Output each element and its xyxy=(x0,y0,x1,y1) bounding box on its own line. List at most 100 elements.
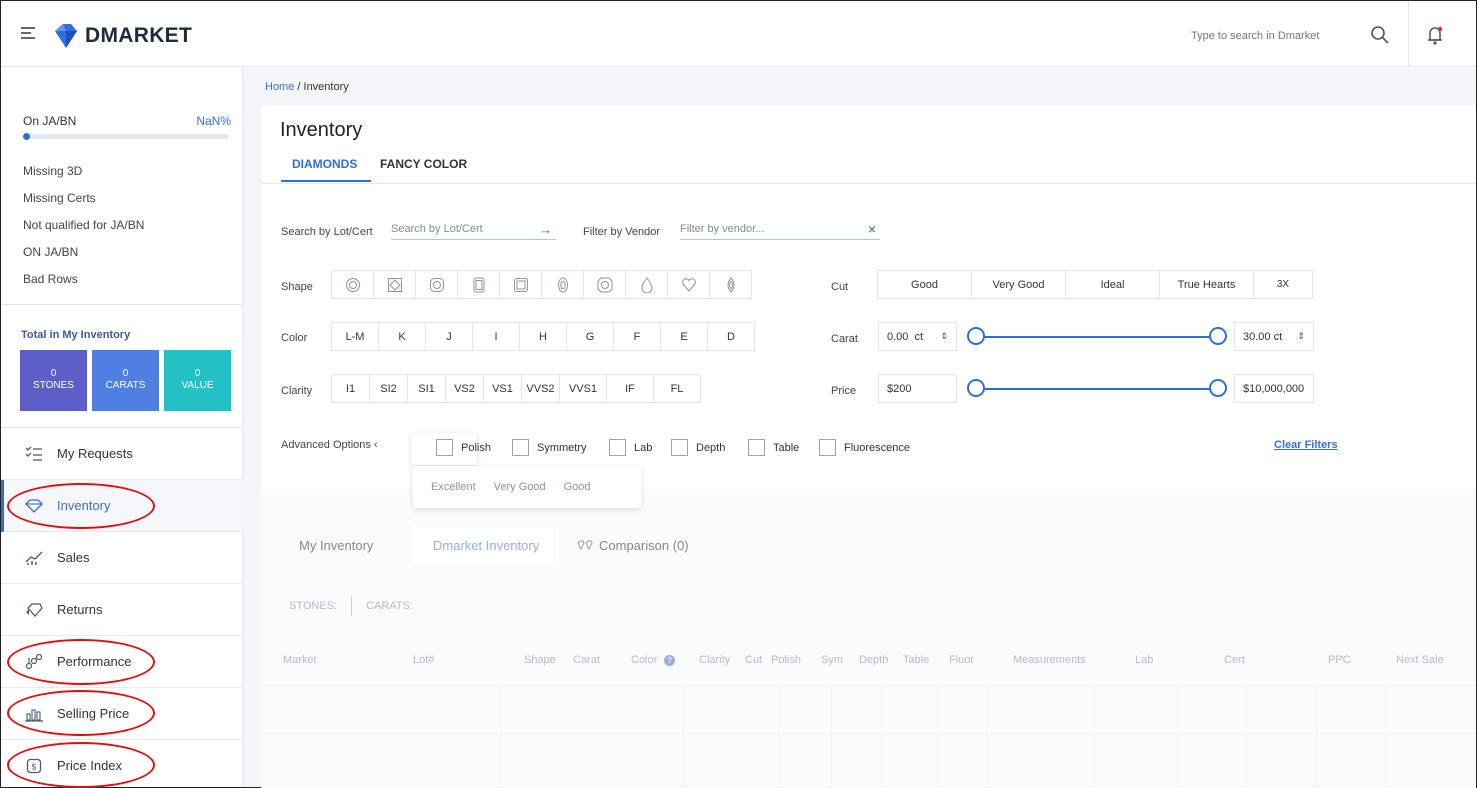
nav-returns[interactable]: Returns xyxy=(1,584,243,636)
tab-comparison[interactable]: Comparison (0) xyxy=(557,526,717,564)
pear-shape-icon[interactable] xyxy=(625,270,668,299)
breadcrumb-home[interactable]: Home xyxy=(265,81,294,93)
emerald-shape-icon[interactable] xyxy=(457,270,500,299)
cushion-shape-icon[interactable] xyxy=(415,270,458,299)
checkbox[interactable] xyxy=(819,439,836,456)
cut-ideal[interactable]: Ideal xyxy=(1065,270,1160,299)
status-on-ja-bn[interactable]: ON JA/BN xyxy=(23,239,144,266)
tab-dmarket-inventory[interactable]: Dmarket Inventory xyxy=(413,526,553,564)
color-g[interactable]: G xyxy=(566,322,614,351)
color-k[interactable]: K xyxy=(378,322,426,351)
princess-shape-icon[interactable] xyxy=(373,270,416,299)
asscher-shape-icon[interactable] xyxy=(499,270,542,299)
hamburger-menu-icon[interactable] xyxy=(21,27,35,39)
clarity-if[interactable]: IF xyxy=(606,374,654,403)
polish-good[interactable]: Good xyxy=(564,481,591,493)
price-slider-max-handle[interactable] xyxy=(1209,379,1227,397)
color-e[interactable]: E xyxy=(660,322,708,351)
round-shape-icon[interactable] xyxy=(331,270,374,299)
color-j[interactable]: J xyxy=(425,322,473,351)
check-table[interactable]: Table xyxy=(748,439,799,456)
column-header[interactable]: Measurements xyxy=(1013,654,1086,666)
column-header[interactable]: Cert xyxy=(1224,654,1245,666)
color-h[interactable]: H xyxy=(519,322,567,351)
column-header[interactable]: Cut xyxy=(745,654,762,666)
column-header[interactable]: Sym xyxy=(821,654,843,666)
clarity-si1[interactable]: SI1 xyxy=(407,374,446,403)
heart-shape-icon[interactable] xyxy=(667,270,710,299)
price-min-input[interactable]: $200 xyxy=(878,374,957,403)
polish-excellent[interactable]: Excellent xyxy=(431,481,476,493)
close-icon[interactable]: × xyxy=(868,221,876,237)
cut-good[interactable]: Good xyxy=(877,270,972,299)
nav-price-index[interactable]: $ Price Index xyxy=(1,740,243,788)
dmarket-logo[interactable]: DMARKET xyxy=(51,21,192,51)
clarity-vs1[interactable]: VS1 xyxy=(483,374,522,403)
tab-fancy-color[interactable]: FANCY COLOR xyxy=(380,157,467,171)
status-missing-3d[interactable]: Missing 3D xyxy=(23,158,144,185)
color-d[interactable]: D xyxy=(707,322,755,351)
column-header[interactable]: Polish xyxy=(771,654,801,666)
radiant-shape-icon[interactable] xyxy=(583,270,626,299)
price-max-input[interactable]: $10,000,000 xyxy=(1234,374,1314,403)
status-bad-rows[interactable]: Bad Rows xyxy=(23,266,144,293)
search-input[interactable]: Type to search in Dmarket xyxy=(1191,30,1319,42)
column-header[interactable]: Fluor xyxy=(949,654,974,666)
carat-slider-min-handle[interactable] xyxy=(967,327,985,345)
advanced-options-toggle[interactable]: Advanced Options ‹ xyxy=(281,439,378,451)
nav-my-requests[interactable]: My Requests xyxy=(1,428,243,480)
clarity-i1[interactable]: I1 xyxy=(331,374,370,403)
cut-true-hearts[interactable]: True Hearts xyxy=(1159,270,1254,299)
nav-inventory[interactable]: Inventory xyxy=(1,480,243,532)
clarity-vvs2[interactable]: VVS2 xyxy=(521,374,560,403)
checkbox[interactable] xyxy=(671,439,688,456)
check-symmetry[interactable]: Symmetry xyxy=(512,439,587,456)
stepper-icon[interactable]: ⇕ xyxy=(940,331,948,342)
bell-icon[interactable] xyxy=(1425,24,1445,46)
color-i[interactable]: I xyxy=(472,322,520,351)
search-icon[interactable] xyxy=(1370,25,1390,45)
checkbox[interactable] xyxy=(436,439,453,456)
polish-very-good[interactable]: Very Good xyxy=(494,481,546,493)
cut-very-good[interactable]: Very Good xyxy=(971,270,1066,299)
tab-diamonds[interactable]: DIAMONDS xyxy=(292,157,357,171)
status-missing-certs[interactable]: Missing Certs xyxy=(23,185,144,212)
column-header[interactable]: Lab xyxy=(1135,654,1153,666)
clarity-fl[interactable]: FL xyxy=(653,374,701,403)
nav-sales[interactable]: Sales xyxy=(1,532,243,584)
checkbox[interactable] xyxy=(748,439,765,456)
clarity-vs2[interactable]: VS2 xyxy=(445,374,484,403)
column-header[interactable]: Shape xyxy=(524,654,556,666)
column-header[interactable]: Market xyxy=(283,654,317,666)
carat-max-input[interactable]: 30.00 ct ⇕ xyxy=(1234,322,1314,351)
carat-min-input[interactable]: 0.00 ct ⇕ xyxy=(878,322,957,351)
column-header[interactable]: PPC xyxy=(1328,654,1351,666)
status-not-qualified[interactable]: Not qualified for JA/BN xyxy=(23,212,144,239)
check-polish[interactable]: Polish xyxy=(436,439,491,456)
nav-performance[interactable]: Performance xyxy=(1,636,243,688)
tab-my-inventory[interactable]: My Inventory xyxy=(279,526,409,564)
clarity-vvs1[interactable]: VVS1 xyxy=(559,374,607,403)
nav-selling-price[interactable]: Selling Price xyxy=(1,688,243,740)
marquise-shape-icon[interactable] xyxy=(709,270,752,299)
check-fluorescence[interactable]: Fluorescence xyxy=(819,439,910,456)
lot-cert-search-input[interactable]: Search by Lot/Cert → xyxy=(391,222,556,240)
clear-filters-link[interactable]: Clear Filters xyxy=(1274,439,1338,451)
price-slider-min-handle[interactable] xyxy=(967,379,985,397)
checkbox[interactable] xyxy=(512,439,529,456)
color-f[interactable]: F xyxy=(613,322,661,351)
stepper-icon[interactable]: ⇕ xyxy=(1297,331,1305,342)
column-header[interactable]: Color xyxy=(631,654,657,666)
check-depth[interactable]: Depth xyxy=(671,439,725,456)
column-header[interactable]: Carat xyxy=(573,654,600,666)
carat-slider-max-handle[interactable] xyxy=(1209,327,1227,345)
column-header[interactable]: Table xyxy=(903,654,929,666)
clarity-si2[interactable]: SI2 xyxy=(369,374,408,403)
cut-3x[interactable]: 3X xyxy=(1253,270,1313,299)
check-lab[interactable]: Lab xyxy=(609,439,652,456)
column-header[interactable]: Depth xyxy=(859,654,888,666)
column-header[interactable]: Lot# xyxy=(413,654,434,666)
help-icon[interactable]: ? xyxy=(664,655,675,666)
column-header[interactable]: Next Sale xyxy=(1396,654,1444,666)
checkbox[interactable] xyxy=(609,439,626,456)
